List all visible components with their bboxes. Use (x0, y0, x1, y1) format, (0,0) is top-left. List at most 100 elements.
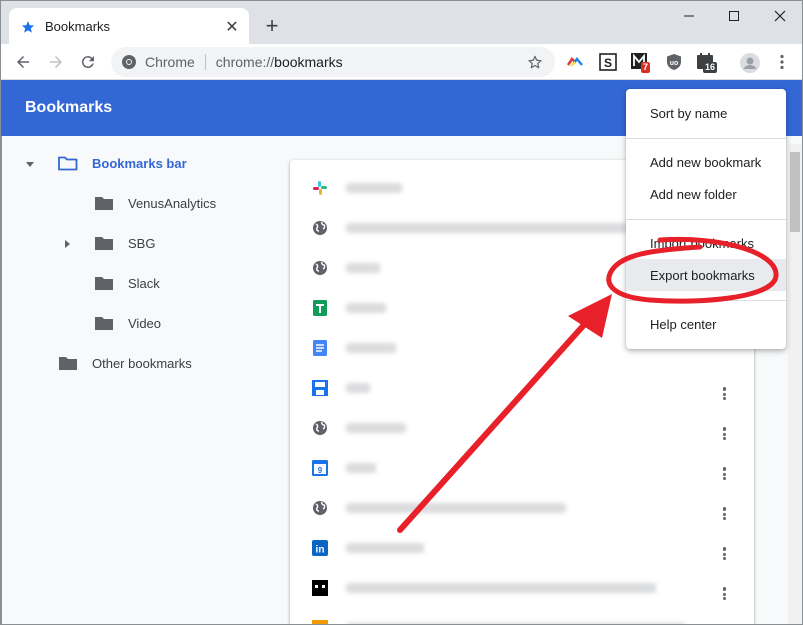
svg-text:9: 9 (318, 466, 323, 475)
tree-item-bookmarks-bar[interactable]: Bookmarks bar (58, 151, 187, 175)
star-icon (21, 20, 35, 33)
blurred-title (346, 583, 656, 593)
title-bar: Bookmarks ✕ + (0, 0, 803, 45)
blurred-title (346, 303, 386, 313)
row-more-button[interactable] (714, 496, 734, 520)
docs-icon (312, 340, 328, 356)
tab-title: Bookmarks (45, 19, 111, 34)
menu-item-add-new-folder[interactable]: Add new folder (626, 178, 786, 210)
star-outline-icon (528, 55, 542, 69)
tree-item-label: Bookmarks bar (92, 155, 187, 171)
tree-item-slack[interactable]: Slack (94, 271, 160, 295)
omnibox-url[interactable]: chrome://bookmarks (216, 54, 523, 70)
tree-item-label: VenusAnalytics (128, 195, 217, 211)
scrollbar-thumb[interactable] (790, 152, 800, 232)
save-icon (312, 380, 328, 396)
ublock-extension-icon[interactable]: uo (666, 53, 684, 71)
omnibox-site-label: Chrome (145, 54, 195, 70)
tree-item-label: SBG (128, 235, 156, 251)
scrollbar[interactable] (788, 144, 802, 625)
tree-item-label: Video (128, 315, 162, 331)
minimize-button[interactable] (666, 1, 712, 31)
globe-icon (312, 220, 328, 236)
tree-item-sbg[interactable]: SBG (94, 231, 155, 255)
new-tab-button[interactable]: + (259, 13, 285, 39)
bookmark-row[interactable]: 9 (290, 448, 754, 488)
svg-text:S: S (604, 56, 612, 70)
tree-item-other-bookmarks[interactable]: Other bookmarks (58, 351, 192, 375)
close-window-button[interactable] (757, 1, 803, 31)
page-title: Bookmarks (25, 99, 113, 116)
bookmark-star-button[interactable] (523, 50, 547, 74)
menu-item-import-bookmarks[interactable]: Import bookmarks (626, 227, 786, 259)
tree-item-label: Slack (128, 275, 160, 291)
bookmark-row[interactable] (290, 368, 754, 408)
browser-menu-button[interactable] (773, 53, 791, 71)
folder-icon (95, 317, 113, 330)
tree-item-venusanalytics[interactable]: VenusAnalytics (94, 191, 216, 215)
s-extension-icon[interactable]: S (599, 53, 617, 71)
bookmark-row[interactable] (290, 608, 754, 625)
omnibox[interactable]: Chrome chrome://bookmarks (111, 47, 555, 77)
row-more-button[interactable] (714, 536, 734, 560)
blurred-title (346, 343, 396, 353)
tab-bookmarks[interactable]: Bookmarks ✕ (9, 8, 249, 45)
linkedin-icon: in (312, 540, 328, 556)
tree-item-video[interactable]: Video (94, 311, 161, 335)
m-extension-icon[interactable]: 7 (631, 53, 651, 73)
menu-item-help-center[interactable]: Help center (626, 308, 786, 340)
reload-button[interactable] (74, 48, 102, 76)
arrow-right-icon (50, 56, 62, 68)
menu-item-export-bookmarks[interactable]: Export bookmarks (626, 259, 786, 291)
reload-icon (81, 56, 94, 69)
arrow-left-icon (17, 56, 29, 68)
calendar-extension-icon[interactable]: 16 (697, 53, 718, 73)
chrome-icon (122, 55, 136, 69)
menu-separator (626, 300, 786, 301)
slack-icon (312, 180, 328, 196)
svg-text:uo: uo (670, 60, 679, 67)
profile-avatar-button[interactable] (740, 53, 760, 73)
blurred-title (346, 223, 628, 233)
url-path: bookmarks (274, 54, 343, 70)
calendar-icon: 9 (312, 460, 328, 476)
expand-right-icon[interactable] (61, 238, 73, 250)
bookmark-row[interactable] (290, 408, 754, 448)
bookmark-row[interactable] (290, 488, 754, 528)
bookmark-row[interactable] (290, 568, 754, 608)
blurred-title (346, 383, 370, 393)
folder-icon (95, 277, 113, 290)
globe-icon (312, 260, 328, 276)
extension-badge-count: 16 (703, 62, 718, 73)
maximize-icon (729, 11, 739, 21)
bookmark-row[interactable]: in (290, 528, 754, 568)
row-more-button[interactable] (714, 576, 734, 600)
menu-item-add-new-bookmark[interactable]: Add new bookmark (626, 146, 786, 178)
url-scheme: chrome:// (215, 54, 275, 70)
tab-close-button[interactable]: ✕ (221, 16, 243, 38)
row-more-button[interactable] (714, 456, 734, 480)
row-more-button[interactable] (714, 376, 734, 400)
kebab-menu-icon (780, 54, 784, 70)
close-icon (774, 10, 786, 22)
forward-button[interactable] (42, 48, 70, 76)
folder-icon (95, 237, 113, 250)
row-more-button[interactable] (714, 416, 734, 440)
svg-text:in: in (316, 545, 325, 556)
omnibox-separator (204, 54, 206, 70)
expand-down-icon[interactable] (24, 158, 36, 170)
shield-icon: uo (667, 54, 681, 70)
blurred-title (346, 503, 566, 513)
dark-app-icon (312, 580, 328, 596)
rainbow-extension-icon[interactable] (566, 53, 584, 71)
back-button[interactable] (9, 48, 37, 76)
folder-icon (59, 357, 77, 370)
maximize-button[interactable] (711, 1, 757, 31)
menu-separator (626, 219, 786, 220)
menu-item-sort-by-name[interactable]: Sort by name (626, 97, 786, 129)
tree-item-label: Other bookmarks (92, 355, 192, 371)
folder-icon (95, 197, 113, 210)
blurred-title (346, 543, 424, 553)
orange-app-icon (312, 620, 328, 625)
rainbow-icon (566, 56, 583, 67)
